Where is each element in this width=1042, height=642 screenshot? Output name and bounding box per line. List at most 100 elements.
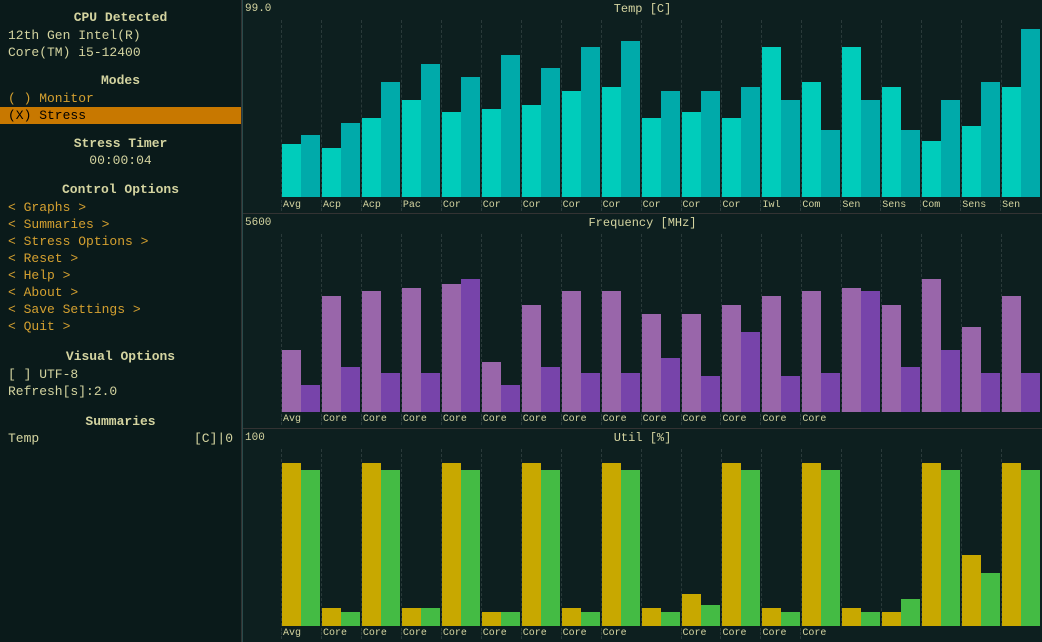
col-label: Core <box>361 414 401 425</box>
bar-group <box>281 449 320 626</box>
bar <box>362 463 381 626</box>
util-chart-ymax: 100 <box>245 432 285 444</box>
bar <box>421 608 440 626</box>
bar <box>642 608 661 626</box>
col-label: Cor <box>601 200 641 211</box>
mode-stress[interactable]: (X) Stress <box>0 107 241 124</box>
summaries-temp-unit: [C] <box>194 431 217 446</box>
menu-summaries[interactable]: < Summaries > <box>0 216 241 233</box>
bar <box>1002 463 1021 626</box>
col-label: Core <box>441 414 481 425</box>
mode-monitor[interactable]: ( ) Monitor <box>0 90 241 107</box>
bar <box>861 291 880 412</box>
col-label: Core <box>321 628 361 639</box>
bar <box>501 55 520 197</box>
bar <box>882 87 901 197</box>
bar <box>522 305 541 411</box>
freq-chart-panel: 5600 Frequency [MHz] AvgCoreCoreCoreCore… <box>243 214 1042 428</box>
bar <box>621 373 640 412</box>
bar <box>522 105 541 197</box>
bar <box>501 612 520 626</box>
bar <box>301 470 320 626</box>
bar <box>282 463 301 626</box>
menu-graphs[interactable]: < Graphs > <box>0 199 241 216</box>
menu-reset[interactable]: < Reset > <box>0 250 241 267</box>
bar-group <box>721 20 760 197</box>
bar <box>402 100 421 198</box>
bar <box>722 463 741 626</box>
bar <box>482 109 501 198</box>
col-label: Cor <box>720 200 760 211</box>
bar <box>981 82 1000 197</box>
freq-chart-body <box>243 232 1042 411</box>
bar <box>962 327 981 412</box>
col-label: Com <box>800 200 840 211</box>
visual-options-title: Visual Options <box>0 349 241 364</box>
bar-group <box>881 20 920 197</box>
bar <box>661 91 680 197</box>
col-label: Sen <box>1000 200 1040 211</box>
freq-chart-header: 5600 Frequency [MHz] <box>243 214 1042 232</box>
summaries-temp-label: Temp <box>8 431 39 446</box>
col-label: Core <box>601 414 641 425</box>
bar <box>301 135 320 197</box>
visual-utf8[interactable]: [ ] UTF-8 <box>0 366 241 383</box>
col-label: Core <box>361 628 401 639</box>
menu-about[interactable]: < About > <box>0 284 241 301</box>
bar-group <box>401 234 440 411</box>
menu-quit[interactable]: < Quit > <box>0 318 241 335</box>
menu-save-settings[interactable]: < Save Settings > <box>0 301 241 318</box>
util-col-labels: AvgCoreCoreCoreCoreCoreCoreCoreCore Core… <box>243 626 1042 642</box>
bar <box>541 470 560 626</box>
bar-group <box>281 234 320 411</box>
bar <box>842 47 861 198</box>
bar <box>581 612 600 626</box>
col-label: Pac <box>401 200 441 211</box>
bar-group <box>681 20 720 197</box>
bar-group <box>641 20 680 197</box>
bar <box>581 373 600 412</box>
bar-group <box>561 449 600 626</box>
bar <box>882 612 901 626</box>
bar-group <box>1001 234 1040 411</box>
bar <box>1021 470 1040 626</box>
menu-stress-options[interactable]: < Stress Options > <box>0 233 241 250</box>
bar <box>781 100 800 198</box>
bar <box>821 130 840 197</box>
col-label: Core <box>521 628 561 639</box>
bar <box>661 358 680 411</box>
util-chart-title: Util [%] <box>614 431 672 445</box>
bar-group <box>681 449 720 626</box>
temp-chart-header: 99.0 Temp [C] <box>243 0 1042 18</box>
col-label: Core <box>481 628 521 639</box>
bar-group <box>881 449 920 626</box>
bar-group <box>601 234 640 411</box>
bar-group <box>481 449 520 626</box>
temp-chart-title: Temp [C] <box>614 2 672 16</box>
bar-group <box>441 449 480 626</box>
bar <box>402 608 421 626</box>
col-label: Cor <box>441 200 481 211</box>
bar-group <box>561 20 600 197</box>
bar <box>922 463 941 626</box>
col-label: Avg <box>281 414 321 425</box>
bar <box>661 612 680 626</box>
col-label: Core <box>521 414 561 425</box>
bar <box>741 87 760 197</box>
bar <box>981 573 1000 626</box>
freq-chart-ymax: 5600 <box>245 217 285 229</box>
bar <box>741 332 760 412</box>
menu-help[interactable]: < Help > <box>0 267 241 284</box>
bar-group <box>521 449 560 626</box>
bar <box>1021 373 1040 412</box>
bar <box>461 77 480 198</box>
bar <box>381 82 400 197</box>
bar <box>501 385 520 412</box>
bar <box>282 350 301 412</box>
col-label: Core <box>321 414 361 425</box>
bar-group <box>601 449 640 626</box>
bar-group <box>641 449 680 626</box>
bar <box>762 47 781 198</box>
bar <box>981 373 1000 412</box>
bar <box>941 350 960 412</box>
